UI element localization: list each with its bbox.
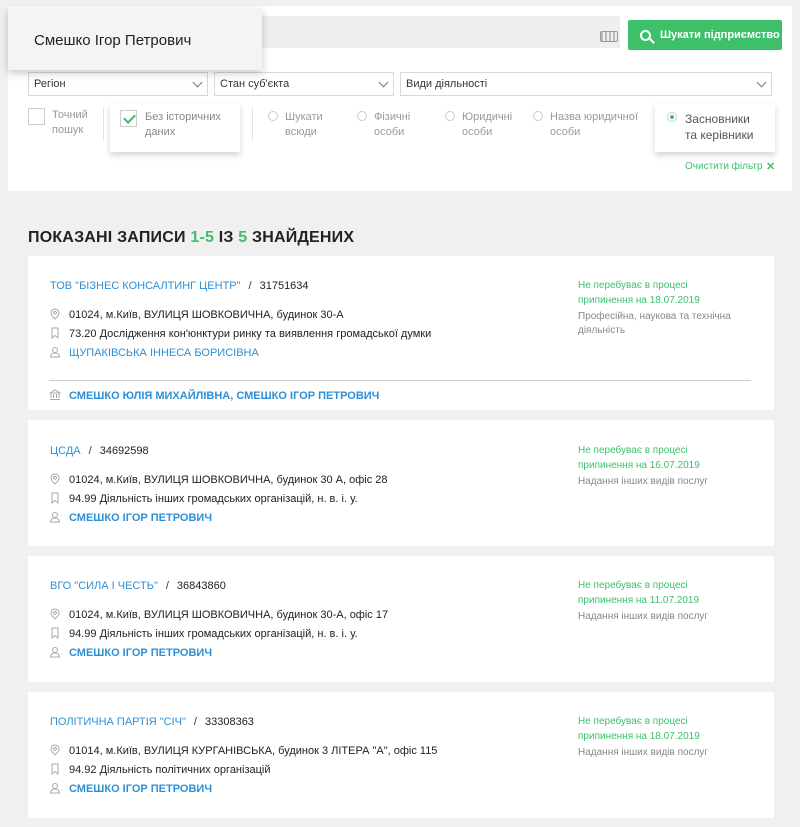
company-name-link[interactable]: ЦСДА — [50, 445, 81, 457]
company-kved: 94.99 Діяльність інших громадських орган… — [69, 493, 358, 505]
search-query-text: Смешко Ігор Петрович — [34, 32, 192, 49]
company-card: ПОЛІТИЧНА ПАРТІЯ "СІЧ"/33308363 01014, м… — [28, 692, 774, 818]
company-name-row: ПОЛІТИЧНА ПАРТІЯ "СІЧ"/33308363 — [50, 716, 254, 728]
company-address: 01024, м.Київ, ВУЛИЦЯ ШОВКОВИЧНА, будино… — [69, 609, 389, 621]
founder-link[interactable]: СМЕШКО ЮЛІЯ МИХАЙЛІВНА — [69, 390, 230, 402]
company-name-link[interactable]: ТОВ "БІЗНЕС КОНСАЛТИНГ ЦЕНТР" — [50, 280, 241, 292]
search-all-label: Шукати всюди — [285, 111, 323, 138]
search-all-radio[interactable] — [268, 111, 278, 121]
company-code: 31751634 — [259, 280, 309, 292]
status-select-label: Стан суб'єкта — [220, 78, 290, 90]
founders-radio[interactable] — [667, 112, 677, 122]
company-head-link[interactable]: СМЕШКО ІГОР ПЕТРОВИЧ — [69, 512, 212, 524]
company-status: Не перебуває в процесі припинення на 11.0… — [578, 580, 700, 606]
company-name-radio[interactable] — [533, 111, 543, 121]
company-code: 34692598 — [99, 445, 149, 457]
company-head-link[interactable]: СМЕШКО ІГОР ПЕТРОВИЧ — [69, 647, 212, 659]
chevron-down-icon — [192, 77, 203, 88]
map-pin-icon — [50, 308, 60, 320]
company-status: Не перебуває в процесі припинення на 16.0… — [578, 445, 700, 471]
no-history-label: Без історичних даних — [145, 111, 221, 138]
physical-persons-radio[interactable] — [357, 111, 367, 121]
bookmark-icon — [51, 763, 59, 775]
activities-select-label: Види діяльності — [406, 78, 488, 90]
company-activity: Надання інших видів послуг — [578, 611, 709, 622]
user-icon — [49, 347, 61, 358]
company-name-row: ВГО "СИЛА І ЧЕСТЬ"/36843860 — [50, 580, 226, 592]
user-icon — [49, 783, 61, 794]
clear-filter-link[interactable]: Очистити фільтр — [685, 161, 763, 172]
company-status: Не перебуває в процесі припинення на 18.0… — [578, 716, 700, 742]
company-activity: Надання інших видів послуг — [578, 747, 709, 758]
search-icon — [640, 29, 651, 41]
user-icon — [49, 647, 61, 658]
region-select[interactable]: Регіон — [28, 72, 208, 96]
map-pin-icon — [50, 473, 60, 485]
company-founders: СМЕШКО ЮЛІЯ МИХАЙЛІВНА, СМЕШКО ІГОР ПЕТР… — [69, 390, 380, 402]
company-name-row: ТОВ "БІЗНЕС КОНСАЛТИНГ ЦЕНТР"/31751634 — [50, 280, 309, 292]
keyboard-icon[interactable] — [600, 31, 618, 42]
company-name-link[interactable]: ВГО "СИЛА І ЧЕСТЬ" — [50, 580, 158, 592]
company-address: 01024, м.Київ, ВУЛИЦЯ ШОВКОВИЧНА, будино… — [69, 474, 388, 486]
map-pin-icon — [50, 608, 60, 620]
company-card: ЦСДА/34692598 01024, м.Київ, ВУЛИЦЯ ШОВК… — [28, 420, 774, 546]
search-button-label: Шукати підприємство — [660, 29, 780, 41]
close-icon[interactable]: ✕ — [766, 160, 775, 173]
founder-link[interactable]: СМЕШКО ІГОР ПЕТРОВИЧ — [236, 390, 379, 402]
activities-select[interactable]: Види діяльності — [400, 72, 772, 96]
company-kved: 94.99 Діяльність інших громадських орган… — [69, 628, 358, 640]
company-name-link[interactable]: ПОЛІТИЧНА ПАРТІЯ "СІЧ" — [50, 716, 186, 728]
legal-persons-label: Юридичні особи — [462, 111, 513, 138]
company-card: ВГО "СИЛА І ЧЕСТЬ"/36843860 01024, м.Киї… — [28, 556, 774, 682]
company-card: ТОВ "БІЗНЕС КОНСАЛТИНГ ЦЕНТР"/31751634 0… — [28, 256, 774, 410]
bookmark-icon — [51, 327, 59, 339]
company-name-row: ЦСДА/34692598 — [50, 445, 149, 457]
exact-search-label: Точний пошук — [52, 109, 88, 136]
company-head-link[interactable]: ЩУПАКІВСЬКА ІННЕСА БОРИСІВНА — [69, 347, 259, 359]
bookmark-icon — [51, 492, 59, 504]
company-head-link[interactable]: СМЕШКО ІГОР ПЕТРОВИЧ — [69, 783, 212, 795]
divider — [49, 380, 751, 381]
physical-persons-label: Фізичні особи — [374, 111, 411, 138]
status-select[interactable]: Стан суб'єкта — [214, 72, 394, 96]
company-activity: Надання інших видів послуг — [578, 476, 709, 487]
founders-label: Засновники та керівники — [685, 112, 754, 142]
chevron-down-icon — [378, 77, 389, 88]
company-address: 01014, м.Київ, ВУЛИЦЯ КУРГАНІВСЬКА, буди… — [69, 745, 438, 757]
bank-icon — [49, 389, 61, 400]
no-history-checkbox[interactable] — [120, 110, 137, 127]
company-kved: 73.20 Дослідження кон'юнктури ринку та в… — [69, 328, 432, 340]
company-address: 01024, м.Київ, ВУЛИЦЯ ШОВКОВИЧНА, будино… — [69, 309, 344, 321]
search-button[interactable]: Шукати підприємство — [628, 20, 782, 50]
chevron-down-icon — [756, 77, 767, 88]
region-select-label: Регіон — [34, 78, 66, 90]
map-pin-icon — [50, 744, 60, 756]
company-activity: Професійна, наукова та технічна діяльніст… — [578, 311, 731, 336]
company-code: 36843860 — [176, 580, 226, 592]
results-title: ПОКАЗАНІ ЗАПИСИ 1-5 ІЗ 5 ЗНАЙДЕНИХ — [28, 229, 355, 246]
user-icon — [49, 512, 61, 523]
company-code: 33308363 — [204, 716, 254, 728]
exact-search-checkbox[interactable] — [28, 108, 45, 125]
legal-persons-radio[interactable] — [445, 111, 455, 121]
bookmark-icon — [51, 627, 59, 639]
search-query[interactable]: Смешко Ігор Петрович — [8, 8, 262, 70]
company-name-label: Назва юридичної особи — [550, 111, 638, 138]
company-status: Не перебуває в процесі припинення на 18.0… — [578, 280, 700, 306]
company-kved: 94.92 Діяльність політичних організацій — [69, 764, 271, 776]
